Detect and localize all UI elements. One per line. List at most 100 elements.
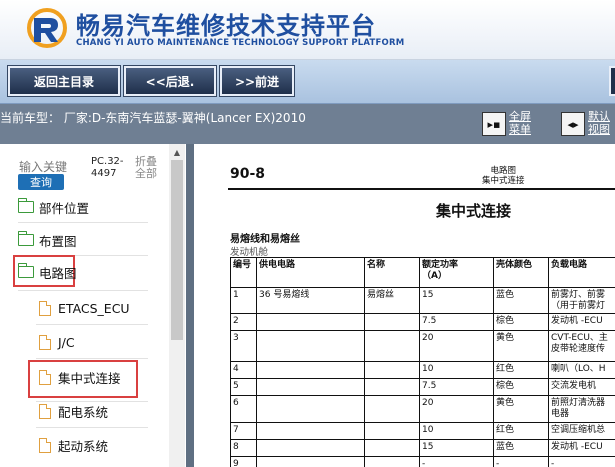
tree-item-parts-location[interactable]: 部件位置: [17, 196, 90, 218]
table-cell: 7: [233, 425, 239, 435]
table-vline: [493, 257, 494, 467]
tree-item-starting-system[interactable]: 起动系统: [39, 434, 108, 456]
table-cell: 5: [233, 381, 239, 391]
table-cell: 9: [233, 459, 239, 467]
default-view-link[interactable]: 默认 视图: [588, 110, 610, 136]
collapse-all-button[interactable]: 折叠 全部: [135, 156, 157, 180]
table-cell: 20: [422, 333, 434, 343]
table-vline: [230, 257, 231, 467]
table-cell: 7.5: [422, 381, 437, 391]
tree-item-circuit-diagram[interactable]: 电路图: [17, 261, 77, 283]
table-cell: 黄色: [496, 398, 515, 408]
home-button[interactable]: 返回主目录: [7, 65, 121, 97]
table-cell: 1: [233, 290, 239, 300]
page-number: 90-8: [230, 166, 266, 182]
table-header-cell: 负载电路: [551, 260, 588, 270]
table-vline: [256, 257, 257, 467]
table-cell-load: 发动机 -ECU: [551, 316, 603, 327]
table-hline: [230, 378, 615, 379]
header-rule: [228, 188, 615, 190]
folder-open-icon: [17, 263, 34, 278]
load-line-1: CVT-ECU、主: [551, 333, 608, 343]
section-line-2: 集中式连接: [482, 176, 525, 186]
table-subtitle: 发动机舱: [230, 247, 269, 258]
info-bar: 当前车型： 厂家:D-东南汽车蓝瑟-翼神(Lancer EX)2010 ▸▪ 全…: [0, 104, 615, 144]
section-header: 电路图 集中式连接: [482, 166, 525, 186]
back-button[interactable]: <<后退.: [123, 65, 217, 97]
document-icon: [39, 403, 51, 419]
folder-icon: [17, 198, 34, 213]
table-cell-load: 前照灯清洗器 电器: [551, 398, 605, 420]
tree-item-power-distribution[interactable]: 配电系统: [39, 400, 108, 422]
table-cell: 蓝色: [496, 442, 515, 452]
divider: [18, 290, 148, 291]
tree-item-label: 部件位置: [39, 200, 90, 216]
table-cell: 棕色: [496, 381, 515, 391]
default-label-2: 视图: [588, 123, 610, 136]
brand-subtitle: CHANG YI AUTO MAINTENANCE TECHNOLOGY SUP…: [76, 38, 405, 48]
table-cell: -: [496, 459, 500, 467]
document-icon: [39, 300, 51, 316]
document-title: 集中式连接: [436, 202, 512, 220]
table-hline: [230, 439, 615, 440]
tree-item-centralized-connection[interactable]: 集中式连接: [39, 366, 121, 388]
rated-unit: （A）: [422, 271, 447, 281]
table-hline: [230, 257, 615, 258]
document-icon: [39, 437, 51, 453]
load-line-1: 发动机 -ECU: [551, 442, 603, 452]
fullscreen-icon[interactable]: ▸▪: [482, 112, 506, 136]
table-hline: [230, 395, 615, 396]
table-cell: 红色: [496, 364, 515, 374]
fullscreen-label-1: 全屏: [509, 110, 531, 123]
current-car-model: 当前车型： 厂家:D-东南汽车蓝瑟-翼神(Lancer EX)2010: [0, 111, 306, 125]
scroll-up-icon[interactable]: ▲: [169, 148, 185, 160]
query-button[interactable]: 查询: [18, 174, 64, 190]
table-cell: -: [422, 459, 426, 467]
tree-item-etacs-ecu[interactable]: ETACS_ECU: [39, 297, 130, 319]
table-cell: 易熔丝: [367, 290, 395, 300]
table-vline: [419, 257, 420, 467]
tree-item-label: 配电系统: [58, 404, 109, 420]
search-input[interactable]: 输入关键: [19, 158, 67, 175]
forward-button[interactable]: >>前进: [219, 65, 295, 97]
tree-item-jc[interactable]: J/C: [39, 331, 75, 353]
table-cell: 2: [233, 316, 239, 326]
sidebar: 输入关键 查询 PC.32- 4497 折叠 全部 部件位置 布置图 电路图 E…: [0, 144, 186, 467]
table-hline: [230, 313, 615, 314]
panel-splitter[interactable]: [186, 144, 194, 467]
nav-extra-button[interactable]: [609, 66, 615, 96]
tree-item-label: J/C: [58, 334, 75, 350]
table-cell: 10: [422, 364, 434, 374]
table-cell-load: 交流发电机: [551, 381, 596, 392]
brand-title: 畅易汽车维修技术支持平台: [76, 12, 376, 40]
tree-item-label: 集中式连接: [58, 370, 121, 386]
divider: [36, 324, 148, 325]
table-header-cell: 供电电路: [259, 260, 296, 270]
load-line-1: 前照灯清洗器: [551, 398, 606, 408]
load-line-1: 发动机 -ECU: [551, 316, 603, 326]
table-vline: [548, 257, 549, 467]
table-hline: [230, 456, 615, 457]
table-cell: 10: [422, 425, 434, 435]
table-cell: 7.5: [422, 316, 437, 326]
table-cell-load: -: [551, 459, 554, 467]
table-cell: 棕色: [496, 316, 515, 326]
default-view-icon[interactable]: ◂▸: [561, 112, 585, 136]
tree-item-label: 起动系统: [58, 438, 109, 454]
load-line-1: -: [551, 459, 555, 467]
load-line-1: 喇叭（LO、H: [551, 364, 606, 374]
logo-icon: [27, 8, 67, 48]
table-cell: 黄色: [496, 333, 515, 343]
table-cell-load: 发动机 -ECU: [551, 442, 603, 453]
tree-item-layout[interactable]: 布置图: [17, 229, 77, 251]
table-hline: [230, 361, 615, 362]
table-cell-load: 前雾灯、前雾 （用于前雾灯: [551, 290, 605, 312]
table-cell: 4: [233, 364, 239, 374]
scrollbar-thumb[interactable]: [171, 160, 183, 340]
table-cell-load: CVT-ECU、主 皮带轮速度传: [551, 333, 608, 355]
fullscreen-menu-link[interactable]: 全屏 菜单: [509, 110, 531, 136]
table-cell: 8: [233, 442, 239, 452]
load-line-1: 交流发电机: [551, 381, 597, 391]
section-line-1: 电路图: [490, 166, 517, 176]
divider: [36, 358, 148, 359]
